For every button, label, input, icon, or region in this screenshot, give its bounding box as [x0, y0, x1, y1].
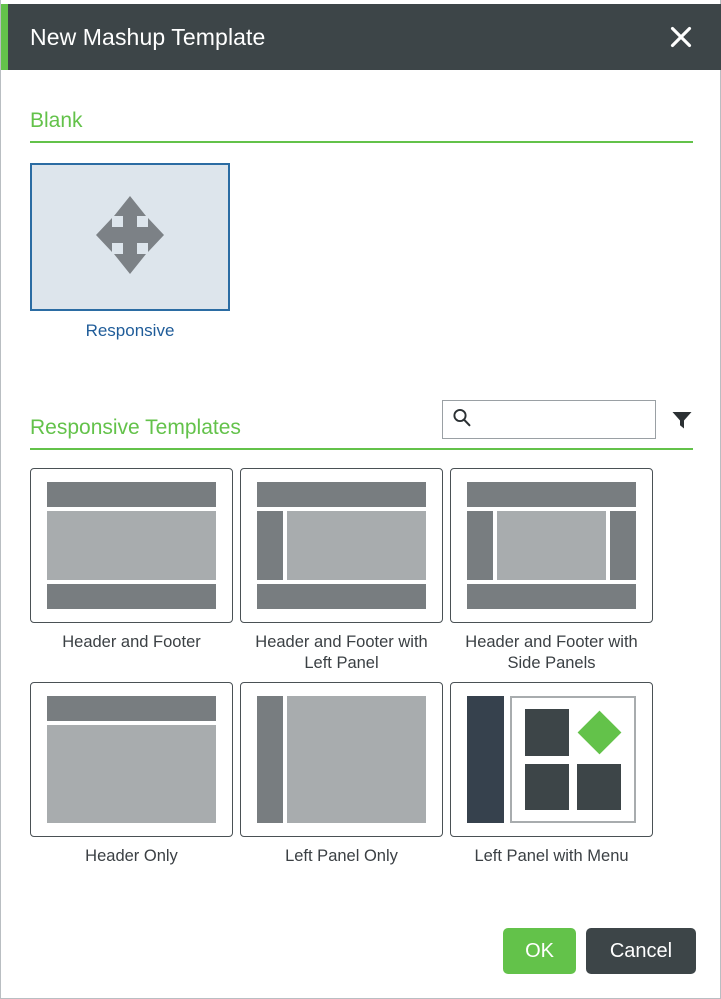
template-item: Header and Footer with Side Panels — [450, 468, 653, 674]
template-card-header-and-footer-with-left-panel[interactable] — [240, 468, 443, 623]
template-card-header-and-footer-with-side-panels[interactable] — [450, 468, 653, 623]
move-arrows-icon — [94, 194, 166, 281]
thumb-header-bar — [47, 696, 216, 721]
new-mashup-template-dialog: New Mashup Template Blank Responsive Res… — [0, 0, 721, 999]
template-caption: Header and Footer with Side Panels — [465, 633, 638, 672]
template-caption: Left Panel with Menu — [474, 847, 629, 865]
templates-search-area — [442, 400, 693, 441]
thumb-menu-tile — [525, 763, 569, 810]
template-caption: Header Only — [85, 847, 178, 865]
thumb-content-area — [47, 511, 216, 580]
thumb-footer-bar — [467, 584, 636, 609]
blank-section-title: Blank — [30, 109, 83, 132]
dialog-titlebar: New Mashup Template — [8, 4, 721, 70]
responsive-template-card[interactable] — [30, 163, 230, 311]
thumb-left-panel — [257, 696, 283, 823]
thumb-body — [47, 725, 216, 823]
thumb-content-area — [287, 511, 426, 580]
cancel-button[interactable]: Cancel — [586, 928, 696, 974]
ok-button[interactable]: OK — [503, 928, 576, 974]
templates-section-header: Responsive Templates — [30, 400, 693, 450]
thumb-body — [257, 511, 426, 580]
thumb-body — [467, 511, 636, 580]
template-item: Left Panel Only — [240, 682, 443, 867]
thumb-body — [467, 696, 636, 823]
dialog-footer: OK Cancel — [503, 928, 696, 974]
search-box[interactable] — [442, 400, 656, 439]
template-card-header-and-footer[interactable] — [30, 468, 233, 623]
thumb-footer-bar — [257, 584, 426, 609]
template-card-left-panel-with-menu[interactable] — [450, 682, 653, 837]
thumb-content-area — [497, 511, 606, 580]
search-icon — [451, 407, 476, 433]
responsive-template-label: Responsive — [85, 321, 175, 340]
template-item: Left Panel with Menu — [450, 682, 653, 867]
thumb-menu-tile — [577, 763, 621, 810]
template-caption: Header and Footer with Left Panel — [255, 633, 428, 672]
template-item: Header and Footer with Left Panel — [240, 468, 443, 674]
thumb-content-area — [287, 696, 426, 823]
dialog-title: New Mashup Template — [30, 23, 266, 50]
templates-section-title: Responsive Templates — [30, 416, 241, 439]
thumb-content-area — [47, 725, 216, 823]
thumb-right-panel — [610, 511, 636, 580]
template-caption: Header and Footer — [62, 633, 201, 651]
thumb-left-panel — [467, 696, 504, 823]
thumb-menu-tile — [525, 709, 569, 756]
blank-template-item-responsive: Responsive — [30, 163, 230, 341]
search-input[interactable] — [476, 400, 647, 439]
blank-section-header: Blank — [30, 108, 693, 143]
thumb-body — [47, 511, 216, 580]
thumb-menu-area — [510, 696, 636, 823]
template-card-header-only[interactable] — [30, 682, 233, 837]
thumb-header-bar — [47, 482, 216, 507]
diamond-icon — [577, 710, 621, 755]
responsive-templates-grid: Header and Footer Header and Footer with… — [30, 468, 693, 867]
responsive-templates-section: Responsive Templates Header and Footer H… — [30, 400, 693, 867]
funnel-icon[interactable] — [671, 409, 693, 431]
thumb-header-bar — [467, 482, 636, 507]
template-card-left-panel-only[interactable] — [240, 682, 443, 837]
thumb-menu-tile — [577, 709, 621, 756]
template-item: Header and Footer — [30, 468, 233, 674]
blank-section: Blank Responsive — [30, 108, 693, 341]
thumb-left-panel — [467, 511, 493, 580]
thumb-footer-bar — [47, 584, 216, 609]
close-icon[interactable] — [664, 20, 698, 54]
title-accent-bar — [1, 4, 8, 70]
thumb-body — [257, 696, 426, 823]
thumb-header-bar — [257, 482, 426, 507]
template-caption: Left Panel Only — [285, 847, 398, 865]
blank-template-grid: Responsive — [30, 163, 693, 341]
thumb-left-panel — [257, 511, 283, 580]
template-item: Header Only — [30, 682, 233, 867]
